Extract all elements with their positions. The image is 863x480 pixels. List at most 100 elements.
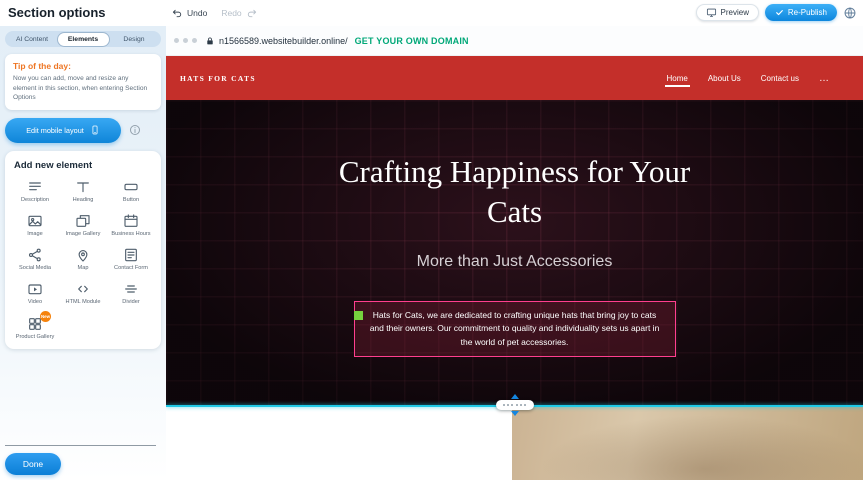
hero-text-element[interactable]: Hats for Cats, we are dedicated to craft… [354,301,676,358]
new-badge: New [40,311,51,322]
button-icon [123,179,139,195]
social-media-icon [27,247,43,263]
tab-ai-content[interactable]: AI Content [7,33,58,46]
preview-button[interactable]: Preview [696,4,759,21]
hero-subtitle[interactable]: More than Just Accessories [417,253,613,271]
nav-contact-us[interactable]: Contact us [759,66,801,91]
nav-more-icon[interactable]: … [817,73,831,84]
redo-icon [246,8,257,19]
get-own-domain-link[interactable]: GET YOUR OWN DOMAIN [355,36,469,46]
element-social-media[interactable]: Social Media [12,247,58,272]
element-label: Product Gallery [16,334,55,341]
image-icon [27,213,43,229]
republish-label: Re-Publish [788,8,827,17]
divider-icon [123,281,139,297]
add-element-panel: Add new element Description Heading Butt… [5,151,161,349]
element-label: HTML Module [66,299,101,306]
mobile-row: Edit mobile layout [5,118,161,143]
undo-icon [172,8,183,19]
preview-label: Preview [721,8,749,17]
redo-button[interactable]: Redo [221,8,256,19]
browser-bar: n1566589.websitebuilder.online/ GET YOUR… [166,26,863,56]
history-controls: Undo Redo [172,0,257,26]
resize-handle-left[interactable] [354,311,363,320]
element-label: Button [123,197,139,204]
nav-home[interactable]: Home [665,66,690,91]
edit-mobile-layout-button[interactable]: Edit mobile layout [5,118,121,143]
drag-grip [496,400,534,410]
window-dot [174,38,179,43]
image-gallery-icon [75,213,91,229]
next-section [166,406,863,480]
element-label: Image Gallery [66,231,101,238]
site-header: HATS FOR CATS Home About Us Contact us … [166,56,863,100]
undo-label: Undo [187,8,207,18]
description-icon [27,179,43,195]
undo-button[interactable]: Undo [172,8,207,19]
add-element-title: Add new element [14,160,154,171]
topbar: Section options Undo Redo Preview Re-Pub… [0,0,863,26]
phone-icon [90,124,100,136]
element-map[interactable]: Map [60,247,106,272]
element-contact-form[interactable]: Contact Form [108,247,154,272]
element-label: Business Hours [111,231,150,238]
sidebar-divider [5,445,156,446]
element-button[interactable]: Button [108,179,154,204]
element-grid: Description Heading Button Image Image G… [12,179,154,341]
code-icon [75,281,91,297]
element-label: Description [21,197,49,204]
site-preview-area: n1566589.websitebuilder.online/ GET YOUR… [166,26,863,480]
element-label: Image [27,231,43,238]
section-resize-handle[interactable] [496,394,534,416]
element-label: Video [28,299,42,306]
tip-title: Tip of the day: [13,61,153,71]
element-heading[interactable]: Heading [60,179,106,204]
element-label: Map [78,265,89,272]
business-hours-icon [123,213,139,229]
redo-label: Redo [221,8,241,18]
arrow-down-icon [511,411,519,416]
sidebar: AI Content Elements Design Tip of the da… [0,26,166,480]
hero-section: Crafting Happiness for Your Cats More th… [166,100,863,406]
globe-icon[interactable] [843,6,857,20]
element-label: Social Media [19,265,51,272]
done-button[interactable]: Done [5,453,61,475]
tab-elements[interactable]: Elements [58,33,109,46]
window-dots [174,38,197,43]
nav-about-us[interactable]: About Us [706,66,743,91]
element-label: Heading [73,197,94,204]
hero-title[interactable]: Crafting Happiness for Your Cats [325,152,705,233]
video-icon [27,281,43,297]
element-product-gallery[interactable]: New Product Gallery [12,316,58,341]
lock-icon [205,36,215,46]
element-description[interactable]: Description [12,179,58,204]
next-section-blank [166,406,512,480]
element-label: Divider [122,299,139,306]
tab-design[interactable]: Design [109,33,160,46]
page-title: Section options [8,5,106,20]
info-icon[interactable] [129,124,141,136]
element-image[interactable]: Image [12,213,58,238]
contact-form-icon [123,247,139,263]
tip-body: Now you can add, move and resize any ele… [13,74,153,103]
map-pin-icon [75,247,91,263]
hero-text: Hats for Cats, we are dedicated to craft… [370,310,660,347]
monitor-icon [706,7,717,18]
element-html-module[interactable]: HTML Module [60,281,106,306]
sidebar-tabs: AI Content Elements Design [5,31,161,47]
site-url: n1566589.websitebuilder.online/ [219,36,348,46]
site-logo[interactable]: HATS FOR CATS [180,74,256,83]
heading-icon [75,179,91,195]
element-divider[interactable]: Divider [108,281,154,306]
window-dot [192,38,197,43]
tip-card: Tip of the day: Now you can add, move an… [5,54,161,110]
edit-mobile-label: Edit mobile layout [26,126,84,135]
site-nav: Home About Us Contact us … [665,66,850,91]
arrow-up-icon [511,394,519,399]
element-video[interactable]: Video [12,281,58,306]
element-label: Contact Form [114,265,148,272]
element-business-hours[interactable]: Business Hours [108,213,154,238]
window-dot [183,38,188,43]
republish-button[interactable]: Re-Publish [765,4,837,21]
element-image-gallery[interactable]: Image Gallery [60,213,106,238]
